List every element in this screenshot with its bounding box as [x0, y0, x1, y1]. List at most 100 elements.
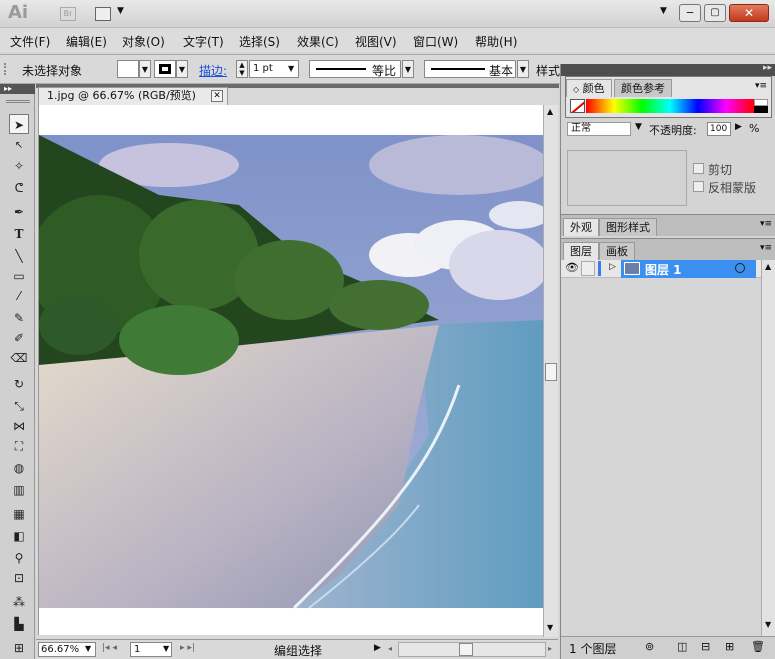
none-swatch[interactable]	[570, 99, 585, 113]
menu-file[interactable]: 文件(F)	[10, 33, 50, 50]
variable-width-profile[interactable]: 等比	[309, 60, 401, 78]
free-transform-icon[interactable]: ⛶	[9, 436, 29, 456]
line-tool-icon[interactable]: ╲	[9, 246, 29, 266]
hscroll-thumb[interactable]	[459, 643, 473, 656]
rotate-tool-icon[interactable]: ↻	[9, 374, 29, 394]
menu-select[interactable]: 选择(S)	[239, 33, 280, 50]
brush-dropdown-icon[interactable]: ▼	[517, 60, 529, 78]
close-tab-icon[interactable]: ✕	[211, 90, 223, 102]
graph-tool-icon[interactable]: ▥	[9, 480, 29, 500]
shape-builder-icon[interactable]: ◍	[9, 458, 29, 478]
profile-dropdown-icon[interactable]: ▼	[402, 60, 414, 78]
menu-effect[interactable]: 效果(C)	[297, 33, 339, 50]
menu-view[interactable]: 视图(V)	[355, 33, 397, 50]
collapse-panels-icon[interactable]: ▸▸	[763, 63, 772, 73]
minimize-button[interactable]: ‒	[679, 4, 701, 22]
document-tab[interactable]: 1.jpg @ 66.67% (RGB/预览) ✕	[38, 87, 228, 105]
layers-menu-icon[interactable]: ▾≡	[760, 243, 772, 253]
layers-scrollbar[interactable]: ▲ ▼	[761, 260, 775, 636]
artboard[interactable]	[38, 105, 544, 635]
tab-layers[interactable]: 图层	[563, 242, 599, 260]
magic-wand-icon[interactable]: ✧	[9, 156, 29, 176]
blend-mode-select[interactable]: 正常	[567, 122, 631, 136]
opacity-input[interactable]: 100	[707, 122, 731, 136]
rectangle-tool-icon[interactable]: ▭	[9, 266, 29, 286]
layer-name[interactable]: 图层 1	[645, 261, 682, 278]
tab-artboards[interactable]: 画板	[599, 242, 635, 260]
vertical-scrollbar[interactable]: ▲ ▼	[543, 105, 558, 637]
stroke-stepper[interactable]: ▲ ▼	[236, 60, 248, 78]
scale-tool-icon[interactable]: ⤡	[9, 396, 29, 416]
eye-icon[interactable]: 👁	[565, 261, 579, 274]
pen-tool-icon[interactable]: ✒	[9, 202, 29, 222]
selection-tool-icon[interactable]: ➤	[9, 114, 29, 134]
black-swatch[interactable]	[754, 106, 768, 113]
menu-help[interactable]: 帮助(H)	[475, 33, 517, 50]
menu-object[interactable]: 对象(O)	[122, 33, 165, 50]
new-sublayer-icon[interactable]: ⊟	[701, 640, 710, 653]
direct-selection-tool-icon[interactable]: ↖	[9, 136, 29, 156]
horizontal-scrollbar[interactable]	[398, 642, 546, 657]
artboard-tool-icon[interactable]: ⊞	[9, 638, 29, 658]
artboard-dropdown-icon[interactable]: ▼	[163, 644, 169, 653]
panel-menu-icon[interactable]: ▾≡	[755, 81, 767, 91]
menu-edit[interactable]: 编辑(E)	[66, 33, 107, 50]
tab-appearance[interactable]: 外观	[563, 218, 599, 236]
clip-checkbox[interactable]	[693, 163, 704, 174]
target-icon[interactable]	[735, 263, 745, 273]
clipping-mask-icon[interactable]: ◫	[677, 640, 687, 653]
tab-graphic-styles[interactable]: 图形样式	[599, 218, 657, 236]
symbol-sprayer-icon[interactable]: ⁂	[9, 592, 29, 612]
chevron-down-icon[interactable]: ▼	[117, 6, 124, 16]
gradient-tool-icon[interactable]: ◧	[9, 526, 29, 546]
locate-object-icon[interactable]: ⊚	[645, 640, 654, 653]
maximize-button[interactable]: ▢	[704, 4, 726, 22]
stroke-weight-dropdown-icon[interactable]: ▼	[288, 64, 294, 73]
stroke-dropdown-icon[interactable]: ▼	[176, 60, 188, 78]
stroke-swatch[interactable]	[154, 60, 176, 78]
pencil-icon[interactable]: ✎	[9, 308, 29, 328]
delete-layer-icon[interactable]: 🗑	[751, 640, 765, 653]
close-button[interactable]: ✕	[729, 4, 769, 22]
layers-scroll-down-icon[interactable]: ▼	[765, 620, 771, 629]
scroll-down-icon[interactable]: ▼	[547, 623, 553, 632]
scroll-left-icon[interactable]: ◂	[388, 644, 392, 653]
opacity-slider-icon[interactable]: ▶	[735, 122, 742, 132]
lasso-icon[interactable]: ᕦ	[9, 178, 29, 198]
status-menu-icon[interactable]: ▶	[374, 643, 381, 653]
lock-toggle[interactable]	[581, 261, 595, 276]
blend-dropdown-icon[interactable]: ▼	[635, 122, 642, 132]
first-artboard-icon[interactable]: |◂ ◂	[102, 643, 117, 653]
menu-window[interactable]: 窗口(W)	[413, 33, 458, 50]
scroll-thumb[interactable]	[545, 363, 557, 381]
eyedropper-icon[interactable]: ⚲	[9, 548, 29, 568]
eraser-icon[interactable]: ⌫	[9, 348, 29, 368]
fill-dropdown-icon[interactable]: ▼	[139, 60, 151, 78]
new-layer-icon[interactable]: ⊞	[725, 640, 734, 653]
blend-tool-icon[interactable]: ⊡	[9, 568, 29, 588]
expand-layer-icon[interactable]: ▷	[609, 262, 616, 272]
tab-color-guide[interactable]: 颜色参考	[614, 79, 672, 97]
mesh-tool-icon[interactable]: ▦	[9, 504, 29, 524]
white-swatch[interactable]	[754, 99, 768, 106]
fill-swatch[interactable]	[117, 60, 139, 78]
paintbrush-icon[interactable]: ⁄	[9, 286, 29, 306]
width-tool-icon[interactable]: ⋈	[9, 416, 29, 436]
brush-definition[interactable]: 基本	[424, 60, 516, 78]
scroll-up-icon[interactable]: ▲	[547, 107, 553, 116]
scroll-right-icon[interactable]: ▸	[548, 644, 552, 653]
zoom-dropdown-icon[interactable]: ▼	[85, 644, 91, 653]
bridge-button[interactable]: Br	[60, 7, 76, 21]
workspace-dropdown-icon[interactable]: ▼	[660, 6, 667, 16]
layers-scroll-up-icon[interactable]: ▲	[765, 262, 771, 271]
tab-color[interactable]: ◇ 颜色	[566, 79, 612, 97]
arrange-docs-icon[interactable]	[95, 7, 111, 21]
color-spectrum[interactable]	[586, 99, 754, 113]
stroke-label[interactable]: 描边:	[199, 62, 227, 79]
type-tool-icon[interactable]: T	[9, 224, 29, 244]
appearance-menu-icon[interactable]: ▾≡	[760, 219, 772, 229]
invert-mask-checkbox[interactable]	[693, 181, 704, 192]
next-artboard-icon[interactable]: ▸ ▸|	[180, 643, 195, 653]
layer-row[interactable]: 👁 ▷ 图层 1	[561, 260, 761, 278]
menu-type[interactable]: 文字(T)	[183, 33, 224, 50]
